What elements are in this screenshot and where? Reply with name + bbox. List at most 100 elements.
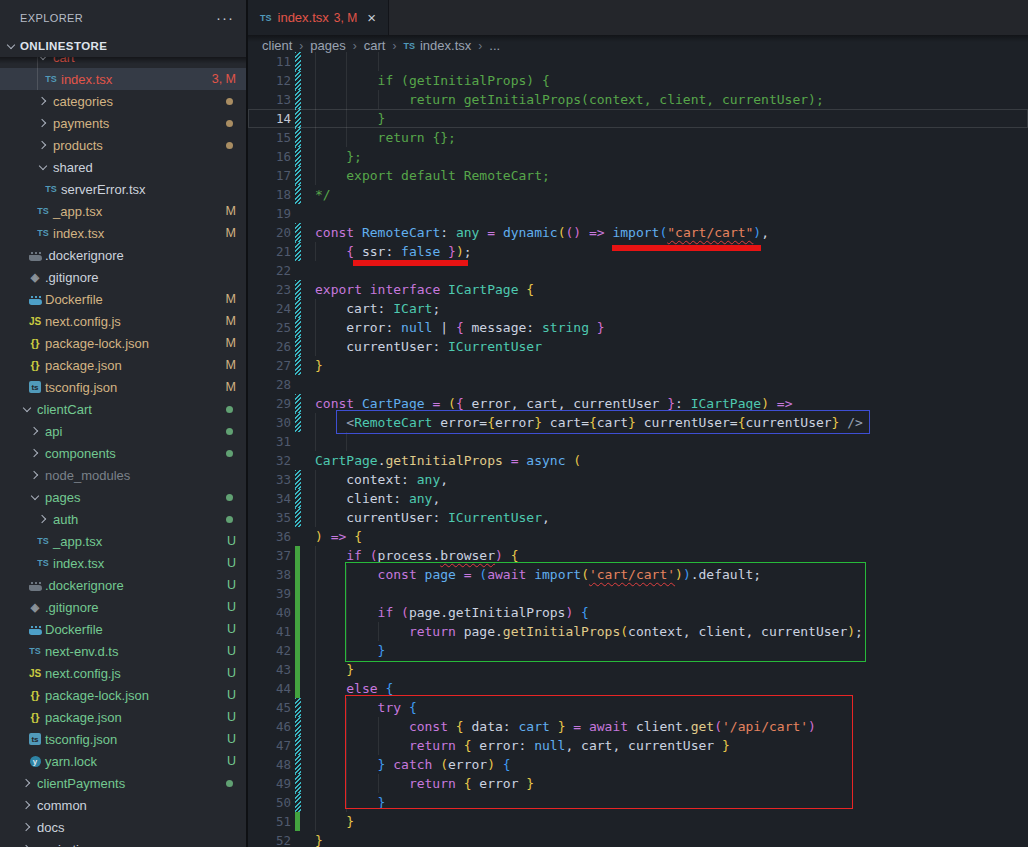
tree-folder-products[interactable]: products (0, 134, 246, 156)
code-line-35: 35 currentUser: ICurrentUser, (248, 508, 1028, 527)
explorer-sidebar: EXPLORER ··· cartTSindex.tsx3, Mcategori… (0, 0, 246, 847)
file-icon-slot: ◈ (27, 269, 43, 285)
code-line-33: 33 context: any, (248, 470, 1028, 489)
tree-folder-clientPayments[interactable]: clientPayments (0, 772, 246, 794)
tree-file-tsconfig-json[interactable]: tstsconfig.jsonU (0, 728, 246, 750)
tree-folder-expiration[interactable]: expiration (0, 838, 246, 847)
tree-folder-pages[interactable]: pages (0, 486, 246, 508)
gutter-added-marker (295, 584, 300, 603)
code-line-14: 14 } (248, 109, 1028, 128)
tree-folder-docs[interactable]: docs (0, 816, 246, 838)
tree-folder-shared[interactable]: shared (0, 156, 246, 178)
code-line-44: 44 else { (248, 679, 1028, 698)
tree-item-label: package-lock.json (45, 336, 149, 351)
line-number: 45 (248, 698, 291, 717)
git-status-badge: M (226, 314, 236, 328)
tree-file-Dockerfile[interactable]: DockerfileU (0, 618, 246, 640)
code-line-38: 38 const page = (await import('cart/cart… (248, 565, 1028, 584)
tab-index-tsx[interactable]: TS index.tsx 3, M × (248, 0, 389, 35)
line-number: 16 (248, 147, 291, 166)
tree-file-Dockerfile[interactable]: DockerfileM (0, 288, 246, 310)
tree-item-label: tsconfig.json (45, 380, 117, 395)
line-number: 32 (248, 451, 291, 470)
code-text: } (315, 793, 385, 812)
git-status-badge: 3, M (212, 72, 236, 86)
git-status-badge: U (227, 534, 236, 548)
tree-file--dockerignore[interactable]: .dockerignore (0, 244, 246, 266)
tree-folder-common[interactable]: common (0, 794, 246, 816)
tree-item-label: next-env.d.ts (45, 644, 118, 659)
tree-file--dockerignore[interactable]: .dockerignoreU (0, 574, 246, 596)
code-line-39: 39 (248, 584, 1028, 603)
code-line-19: 19 (248, 204, 1028, 223)
tree-file-yarn-lock[interactable]: yyarn.lockU (0, 750, 246, 772)
code-line-29: 29const CartPage = ({ error, cart, curre… (248, 394, 1028, 413)
tree-file--app-tsx[interactable]: TS_app.tsxM (0, 200, 246, 222)
tree-folder-auth[interactable]: auth (0, 508, 246, 530)
tree-file-index-tsx[interactable]: TSindex.tsxU (0, 552, 246, 574)
gutter-modified-marker (295, 71, 301, 90)
close-icon[interactable]: × (367, 9, 376, 26)
file-icon-slot: ts (27, 731, 43, 747)
tree-file-index-tsx[interactable]: TSindex.tsxM (0, 222, 246, 244)
git-status-badge: U (227, 644, 236, 658)
line-number: 44 (248, 679, 291, 698)
tree-item-label: categories (53, 94, 113, 109)
line-number: 33 (248, 470, 291, 489)
tree-file-package-lock-json[interactable]: {}package-lock.jsonU (0, 684, 246, 706)
tree-item-label: package.json (45, 358, 122, 373)
tree-folder-payments[interactable]: payments (0, 112, 246, 134)
tree-file-next-env-d-ts[interactable]: TSnext-env.d.tsU (0, 640, 246, 662)
git-status-badge: M (226, 226, 236, 240)
tree-folder-api[interactable]: api (0, 420, 246, 442)
git-status-dot (226, 780, 233, 787)
workspace-root[interactable]: ONLINESTORE (0, 35, 246, 57)
tree-folder-components[interactable]: components (0, 442, 246, 464)
tree-file-next-config-js[interactable]: JSnext.config.jsU (0, 662, 246, 684)
code-line-48: 48 } catch (error) { (248, 755, 1028, 774)
tree-file--app-tsx[interactable]: TS_app.tsxU (0, 530, 246, 552)
code-line-17: 17 export default RemoteCart; (248, 166, 1028, 185)
tree-file-package-lock-json[interactable]: {}package-lock.json M (0, 332, 246, 354)
gutter-added-marker (295, 546, 300, 565)
code-text: const page = (await import('cart/cart'))… (315, 565, 761, 584)
file-icon-slot: ts (27, 379, 43, 395)
line-number: 21 (248, 242, 291, 261)
gutter-modified-marker (295, 166, 301, 185)
tree-file-package-json[interactable]: {}package.jsonU (0, 706, 246, 728)
tree-item-label: package-lock.json (45, 688, 149, 703)
gutter-modified-marker (295, 337, 301, 356)
javascript-icon: JS (29, 316, 41, 327)
tree-file-package-json[interactable]: {}package.jsonM (0, 354, 246, 376)
tree-file--gitignore[interactable]: ◈.gitignoreU (0, 596, 246, 618)
typescript-icon: TS (37, 206, 49, 216)
chevron-right-icon (22, 779, 30, 787)
gutter-modified-marker (295, 356, 301, 375)
code-area[interactable]: 11 12 if (getInitialProps) {13 return ge… (248, 52, 1028, 847)
code-line-36: 36) => { (248, 527, 1028, 546)
code-text: return getInitialProps(context, client, … (315, 90, 824, 109)
tree-file-serverError-tsx[interactable]: TSserverError.tsx (0, 178, 246, 200)
line-number: 15 (248, 128, 291, 147)
tree-file--gitignore[interactable]: ◈.gitignore (0, 266, 246, 288)
line-number: 27 (248, 356, 291, 375)
code-text: } (315, 812, 354, 831)
tree-item-label: clientCart (37, 402, 92, 417)
chevron-right-icon (38, 515, 46, 523)
line-number: 47 (248, 736, 291, 755)
file-icon-slot: {} (27, 335, 43, 351)
tab-problems-badge: 3, M (334, 11, 357, 25)
code-text: context: any, (315, 470, 448, 489)
git-status-badge: M (226, 336, 236, 350)
code-line-42: 42 } (248, 641, 1028, 660)
more-actions-icon[interactable]: ··· (216, 13, 234, 23)
chevron-right-icon (22, 801, 30, 809)
json-icon: {} (31, 689, 40, 701)
file-icon-slot: TS (35, 555, 51, 571)
tree-folder-clientCart[interactable]: clientCart (0, 398, 246, 420)
tree-file-tsconfig-json[interactable]: tstsconfig.jsonM (0, 376, 246, 398)
tree-file-next-config-js[interactable]: JSnext.config.jsM (0, 310, 246, 332)
tree-folder-categories[interactable]: categories (0, 90, 246, 112)
gutter-modified-marker (295, 774, 301, 793)
tree-folder-node-modules[interactable]: node_modules (0, 464, 246, 486)
